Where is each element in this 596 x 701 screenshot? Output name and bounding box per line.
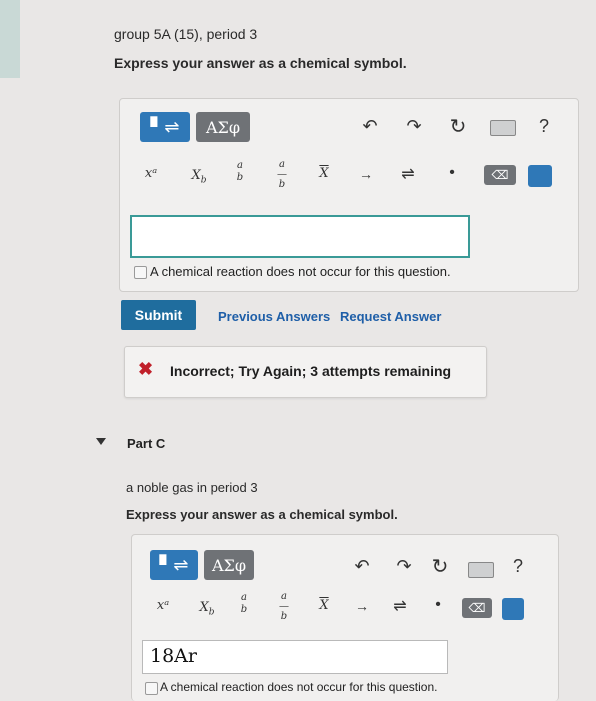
help-button[interactable]: ? <box>534 116 554 137</box>
superscript-button[interactable]: xᵃ <box>148 598 178 613</box>
error-x-icon: ✖ <box>138 359 154 379</box>
dot-button[interactable]: • <box>428 596 448 614</box>
subscript-button[interactable]: Xb <box>184 168 214 186</box>
reset-icon[interactable]: ↻ <box>430 554 450 579</box>
fraction-bar-button[interactable]: a — b <box>274 592 294 622</box>
question-instruction: Express your answer as a chemical symbol… <box>114 55 407 71</box>
superscript-button[interactable]: xᵃ <box>136 166 166 181</box>
backspace-icon: ⌫ <box>491 168 509 182</box>
reaction-arrow-button[interactable]: → <box>356 166 376 182</box>
keyboard-shortcuts-icon[interactable] <box>468 562 494 578</box>
backspace-icon: ⌫ <box>468 601 486 615</box>
answer-input[interactable] <box>130 215 470 258</box>
delete-button[interactable]: ⌫ <box>484 165 516 185</box>
fraction-bar-button[interactable]: a — b <box>272 160 292 190</box>
overline-button[interactable]: X <box>314 166 334 181</box>
request-answer-link[interactable]: Request Answer <box>340 309 441 324</box>
no-reaction-checkbox[interactable] <box>134 266 147 279</box>
question-prompt: a noble gas in period 3 <box>126 480 258 495</box>
redo-icon[interactable]: ↷ <box>394 556 414 577</box>
greek-symbols-button[interactable]: ΑΣφ <box>204 550 254 580</box>
overline-button[interactable]: X <box>314 598 334 613</box>
no-reaction-checkbox[interactable] <box>145 682 158 695</box>
no-reaction-label: A chemical reaction does not occur for t… <box>150 264 451 279</box>
reset-icon[interactable]: ↻ <box>448 114 468 139</box>
subscript-button[interactable]: Xb <box>192 600 222 618</box>
collapse-chevron-icon[interactable] <box>96 438 106 445</box>
undo-icon[interactable]: ↶ <box>360 116 380 137</box>
keyboard-icon[interactable] <box>528 165 552 187</box>
undo-icon[interactable]: ↶ <box>352 556 372 577</box>
equilibrium-arrow-button[interactable]: ⇌ <box>398 164 418 184</box>
redo-icon[interactable]: ↷ <box>404 116 424 137</box>
templates-icon: ▘⇌ <box>150 116 180 137</box>
templates-button[interactable]: ▘⇌ <box>140 112 190 142</box>
fraction-button[interactable]: ab <box>234 592 254 616</box>
keyboard-icon[interactable] <box>502 598 524 620</box>
answer-value: 18Ar <box>150 645 197 667</box>
question-instruction: Express your answer as a chemical symbol… <box>126 507 398 522</box>
feedback-message: Incorrect; Try Again; 3 attempts remaini… <box>170 363 452 379</box>
question-prompt: group 5A (15), period 3 <box>114 26 258 42</box>
delete-button[interactable]: ⌫ <box>462 598 492 618</box>
part-title: Part C <box>127 436 166 451</box>
no-reaction-label: A chemical reaction does not occur for t… <box>160 680 438 694</box>
fraction-button[interactable]: ab <box>230 160 250 184</box>
templates-icon: ▘⇌ <box>159 554 189 575</box>
greek-symbols-button[interactable]: ΑΣφ <box>196 112 250 142</box>
left-accent-strip <box>0 0 20 78</box>
submit-button[interactable]: Submit <box>121 300 196 330</box>
help-button[interactable]: ? <box>508 556 528 577</box>
equilibrium-arrow-button[interactable]: ⇌ <box>390 596 410 616</box>
reaction-arrow-button[interactable]: → <box>352 598 372 614</box>
dot-button[interactable]: • <box>442 164 462 182</box>
previous-answers-link[interactable]: Previous Answers <box>218 309 330 324</box>
templates-button[interactable]: ▘⇌ <box>150 550 198 580</box>
keyboard-shortcuts-icon[interactable] <box>490 120 516 136</box>
